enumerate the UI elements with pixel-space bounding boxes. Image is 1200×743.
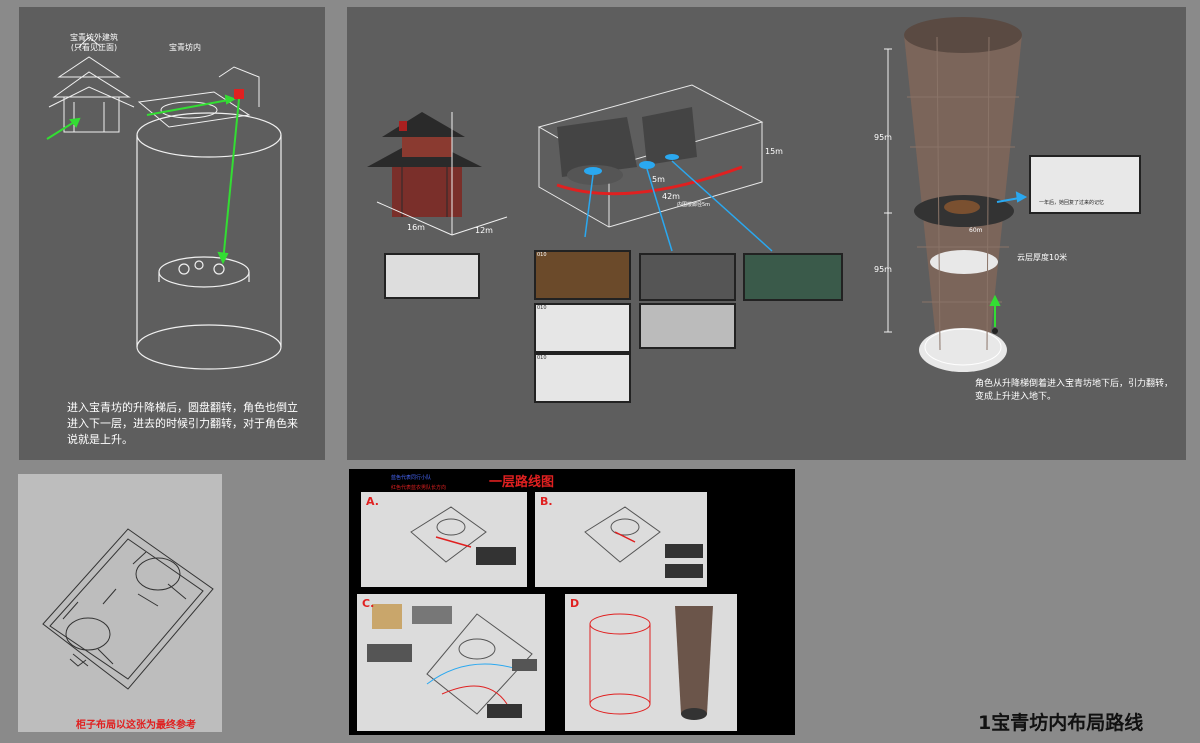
camera-spot-2 <box>639 161 655 169</box>
dim-15m: 15m <box>765 147 783 156</box>
shot-thumb-3 <box>639 253 736 301</box>
legend-red: 红色代表蓝衣男队长方向 <box>391 485 447 491</box>
tower-height-upper: 95m <box>874 133 892 142</box>
route-map-title: 一层路线图 <box>489 475 555 490</box>
camera-spot-1 <box>584 167 602 175</box>
panel2-caption: 角色从升降梯倒着进入宝青坊地下后，引力翻转，变成上升进入地下。 <box>975 379 1174 402</box>
inner-corridor-note: 内围楼廊径5m <box>677 202 711 208</box>
shot-thumb-1 <box>384 253 480 299</box>
dim-12m: 12m <box>475 226 493 235</box>
panel-route-map: 蓝色代表同行小队 红色代表蓝衣男队长方向 一层路线图 A. B. C. D <box>349 469 795 735</box>
shot-num-3: 010 <box>537 355 547 361</box>
tower-shot-subtitle: 一年后，她回复了过来的记忆 <box>1039 200 1105 206</box>
dim-42m: 42m <box>662 192 680 201</box>
arena-walls <box>557 107 697 177</box>
tower-cylinder <box>904 17 1022 372</box>
elevator-cylinder <box>136 112 282 370</box>
sketch-thumb-2 <box>639 303 736 349</box>
label-interior: 宝青坊内 <box>169 43 201 52</box>
tower-height-lower: 95m <box>874 265 892 274</box>
label-exterior-note: (只看见正面) <box>70 43 118 52</box>
height-ruler <box>884 48 892 333</box>
elevator-diagram <box>46 36 282 370</box>
elevator-marker <box>234 89 244 99</box>
shot-thumb-4 <box>743 253 843 301</box>
letter-c: C. <box>362 597 375 610</box>
shot-thumb-2 <box>534 250 631 300</box>
cabinet-final-note: 柜子布局以这张为最终参考 <box>76 720 196 731</box>
cloud-thickness-label: 云层厚度10米 <box>1017 253 1068 262</box>
panel-concept-elevator: 宝青坊外建筑 (只看见正面) 宝青坊内 进入宝青坊的升降梯后，圆盘翻转，角色也倒… <box>19 7 325 460</box>
dim-16m: 16m <box>407 223 425 232</box>
route-b: B. <box>535 492 707 587</box>
label-exterior: 宝青坊外建筑 <box>70 33 118 42</box>
legend-blue: 蓝色代表同行小队 <box>391 475 432 481</box>
shot-num-2: 010 <box>537 305 547 311</box>
letter-d: D <box>570 597 580 610</box>
sketch-thumb-3 <box>534 353 631 403</box>
disc-width: 60m <box>969 227 983 234</box>
sheet-title: 1宝青坊内布局路线 <box>978 712 1144 734</box>
panel-layout-overview: 16m 12m 15m 5m 42m 内围楼廊径5m 010 010 010 9… <box>347 7 1186 460</box>
panel-cabinet-layout: 柜子布局以这张为最终参考 <box>18 474 222 732</box>
letter-a: A. <box>366 495 379 508</box>
dim-5m: 5m <box>652 175 665 184</box>
pagoda-model <box>367 112 482 217</box>
shot-num-1: 010 <box>537 252 547 258</box>
route-c: C. <box>357 594 545 731</box>
camera-spot-3 <box>665 154 679 160</box>
route-a: A. <box>361 492 527 587</box>
cabinet-layout-sketch <box>42 528 214 690</box>
panel1-caption: 进入宝青坊的升降梯后，圆盘翻转，角色也倒立进入下一层，进去的时候引力翻转，对于角… <box>67 401 298 446</box>
letter-b: B. <box>540 495 553 508</box>
sketch-thumb-1 <box>534 303 631 353</box>
route-d: D <box>565 594 737 731</box>
